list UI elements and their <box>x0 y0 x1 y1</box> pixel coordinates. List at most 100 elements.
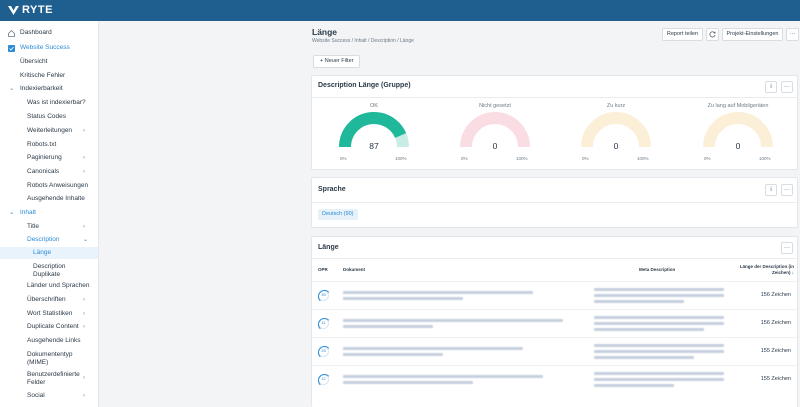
sidebar-item-social[interactable]: Social › <box>0 390 98 402</box>
column-header-length[interactable]: Länge der Description (in Zeichen) ↓ <box>736 264 794 275</box>
sidebar-item-ueberschriften[interactable]: Überschriften › <box>0 294 98 306</box>
length-table-card: Länge ··· OPR Dokument Meta Description … <box>311 236 798 407</box>
ryte-logo[interactable]: RYTE <box>8 4 53 16</box>
column-header-document[interactable]: Dokument <box>343 267 365 272</box>
info-icon: i <box>770 187 772 193</box>
language-chip[interactable]: Deutsch (90) <box>318 209 358 220</box>
description-length: 155 Zeichen <box>760 376 791 382</box>
description-length: 155 Zeichen <box>760 348 791 354</box>
redacted-meta <box>594 378 724 381</box>
sidebar-item-description[interactable]: Description ⌄ <box>0 234 98 246</box>
sidebar-item-wort-statistiken[interactable]: Wort Statistiken › <box>0 308 98 320</box>
project-settings-button[interactable]: Projekt-Einstellungen <box>722 28 783 41</box>
table-row[interactable]: 11 156 Zeichen <box>312 309 797 337</box>
redacted-meta <box>594 344 724 347</box>
sidebar-item-label: Website Success <box>20 44 70 51</box>
ryte-logo-icon <box>8 5 19 15</box>
chevron-down-icon: ⌄ <box>9 209 15 216</box>
sidebar-item-label: Robots Anweisungen <box>27 182 89 189</box>
sidebar-item-status-codes[interactable]: Status Codes <box>0 111 98 123</box>
sidebar-item-label: Description <box>27 236 60 243</box>
sidebar-item-website-success[interactable]: Website Success <box>0 42 98 54</box>
gauge-value: 0 <box>613 141 619 151</box>
table-row[interactable]: 12 155 Zeichen <box>312 365 797 393</box>
info-button[interactable]: i <box>765 184 777 196</box>
redacted-document <box>343 353 443 356</box>
chevron-right-icon: › <box>83 324 85 330</box>
chevron-right-icon: › <box>83 155 85 161</box>
sidebar-item-benutzerdefinierte-felder[interactable]: Benutzerdefinierte Felder › <box>0 369 98 387</box>
sidebar-item-label: Was ist indexierbar? <box>27 99 86 106</box>
refresh-button[interactable] <box>706 28 719 41</box>
sidebar-item-uebersicht[interactable]: Übersicht <box>0 56 98 68</box>
redacted-meta <box>594 350 724 353</box>
redacted-meta <box>594 294 724 297</box>
gauge-label: Zu lang auf Mobilgeräten <box>707 103 769 109</box>
column-header-meta-description[interactable]: Meta Description <box>639 267 675 272</box>
redacted-meta <box>594 316 724 319</box>
top-bar: RYTE <box>0 0 800 21</box>
sidebar-item-label: Paginierung <box>27 154 62 161</box>
sidebar-item-robots-txt[interactable]: Robots.txt <box>0 139 98 151</box>
sidebar-item-description-duplikate[interactable]: Description Duplikate <box>0 261 98 279</box>
website-success-icon <box>8 45 15 52</box>
sidebar-item-title[interactable]: Title › <box>0 221 98 233</box>
sidebar-item-label: Weiterleitungen <box>27 127 73 134</box>
chevron-right-icon: › <box>83 311 85 317</box>
new-filter-button[interactable]: + Neuer Filter <box>313 55 361 68</box>
sidebar-item-ausgehende-inhalte[interactable]: Ausgehende Inhalte <box>0 193 98 205</box>
redacted-meta <box>594 322 724 325</box>
sidebar-item-was-ist-indexierbar[interactable]: Was ist indexierbar? <box>0 97 98 109</box>
sidebar-item-ausgehende-links[interactable]: Ausgehende Links <box>0 335 98 347</box>
card-more-button[interactable]: ··· <box>781 242 793 254</box>
brand-name: RYTE <box>22 4 53 16</box>
sidebar-item-duplicate-content[interactable]: Duplicate Content › <box>0 321 98 333</box>
sidebar-item-inhalt[interactable]: ⌄ Inhalt <box>0 207 98 219</box>
description-length-group-card: Description Länge (Gruppe) i ··· OK 87 0… <box>311 75 798 170</box>
refresh-icon <box>709 31 716 38</box>
redacted-document <box>343 325 433 328</box>
card-more-button[interactable]: ··· <box>781 184 793 196</box>
sidebar-item-laender-und-sprachen[interactable]: Länder und Sprachen <box>0 280 98 292</box>
sidebar-item-dashboard[interactable]: Dashboard <box>0 27 98 39</box>
report-share-button[interactable]: Report teilen <box>662 28 703 41</box>
gauge-max: 100% <box>516 156 528 161</box>
sidebar-item-kritische-fehler[interactable]: Kritische Fehler <box>0 70 98 82</box>
sidebar-item-label: Länder und Sprachen <box>27 282 90 289</box>
sidebar-item-label: Duplicate Content <box>27 323 79 330</box>
info-button[interactable]: i <box>765 81 777 93</box>
sidebar-item-label: Übersicht <box>20 58 48 65</box>
gauge-value: 87 <box>369 141 379 151</box>
card-title: Sprache <box>318 186 346 193</box>
sidebar-item-weiterleitungen[interactable]: Weiterleitungen › <box>0 125 98 137</box>
sidebar-item-canonicals[interactable]: Canonicals › <box>0 166 98 178</box>
gauge-zu-kurz: Zu kurz 0 0% 100% <box>571 103 661 173</box>
sidebar-item-label: Inhalt <box>20 209 36 216</box>
gauge-min: 0% <box>704 156 711 161</box>
page-title: Länge <box>312 27 338 37</box>
column-header-opr[interactable]: OPR <box>318 267 328 272</box>
sidebar-item-label: Social <box>27 392 45 399</box>
sidebar-item-dokumententyp[interactable]: Dokumententyp (MIME) <box>0 349 98 367</box>
sidebar-item-laenge[interactable]: Länge <box>0 247 98 259</box>
card-more-button[interactable]: ··· <box>781 81 793 93</box>
sidebar-item-label: Canonicals <box>27 168 60 175</box>
sidebar-item-paginierung[interactable]: Paginierung › <box>0 152 98 164</box>
table-row[interactable]: 35 156 Zeichen <box>312 281 797 309</box>
home-icon <box>8 30 15 37</box>
table-row[interactable]: 25 155 Zeichen <box>312 337 797 365</box>
breadcrumb: Website Success / Inhalt / Description /… <box>312 38 414 44</box>
redacted-document <box>343 375 543 378</box>
sort-desc-icon: ↓ <box>791 269 794 275</box>
sidebar-item-robots-anweisungen[interactable]: Robots Anweisungen <box>0 180 98 192</box>
chevron-right-icon: › <box>83 375 85 381</box>
card-divider <box>312 97 797 98</box>
sidebar-item-indexierbarkeit[interactable]: ⌄ Indexierbarkeit <box>0 83 98 95</box>
card-title: Länge <box>318 244 339 251</box>
redacted-document <box>343 381 473 384</box>
card-title: Description Länge (Gruppe) <box>318 82 411 89</box>
redacted-document <box>343 297 463 300</box>
redacted-meta <box>594 356 694 359</box>
info-icon: i <box>770 84 772 90</box>
more-options-button[interactable]: ··· <box>786 28 799 41</box>
